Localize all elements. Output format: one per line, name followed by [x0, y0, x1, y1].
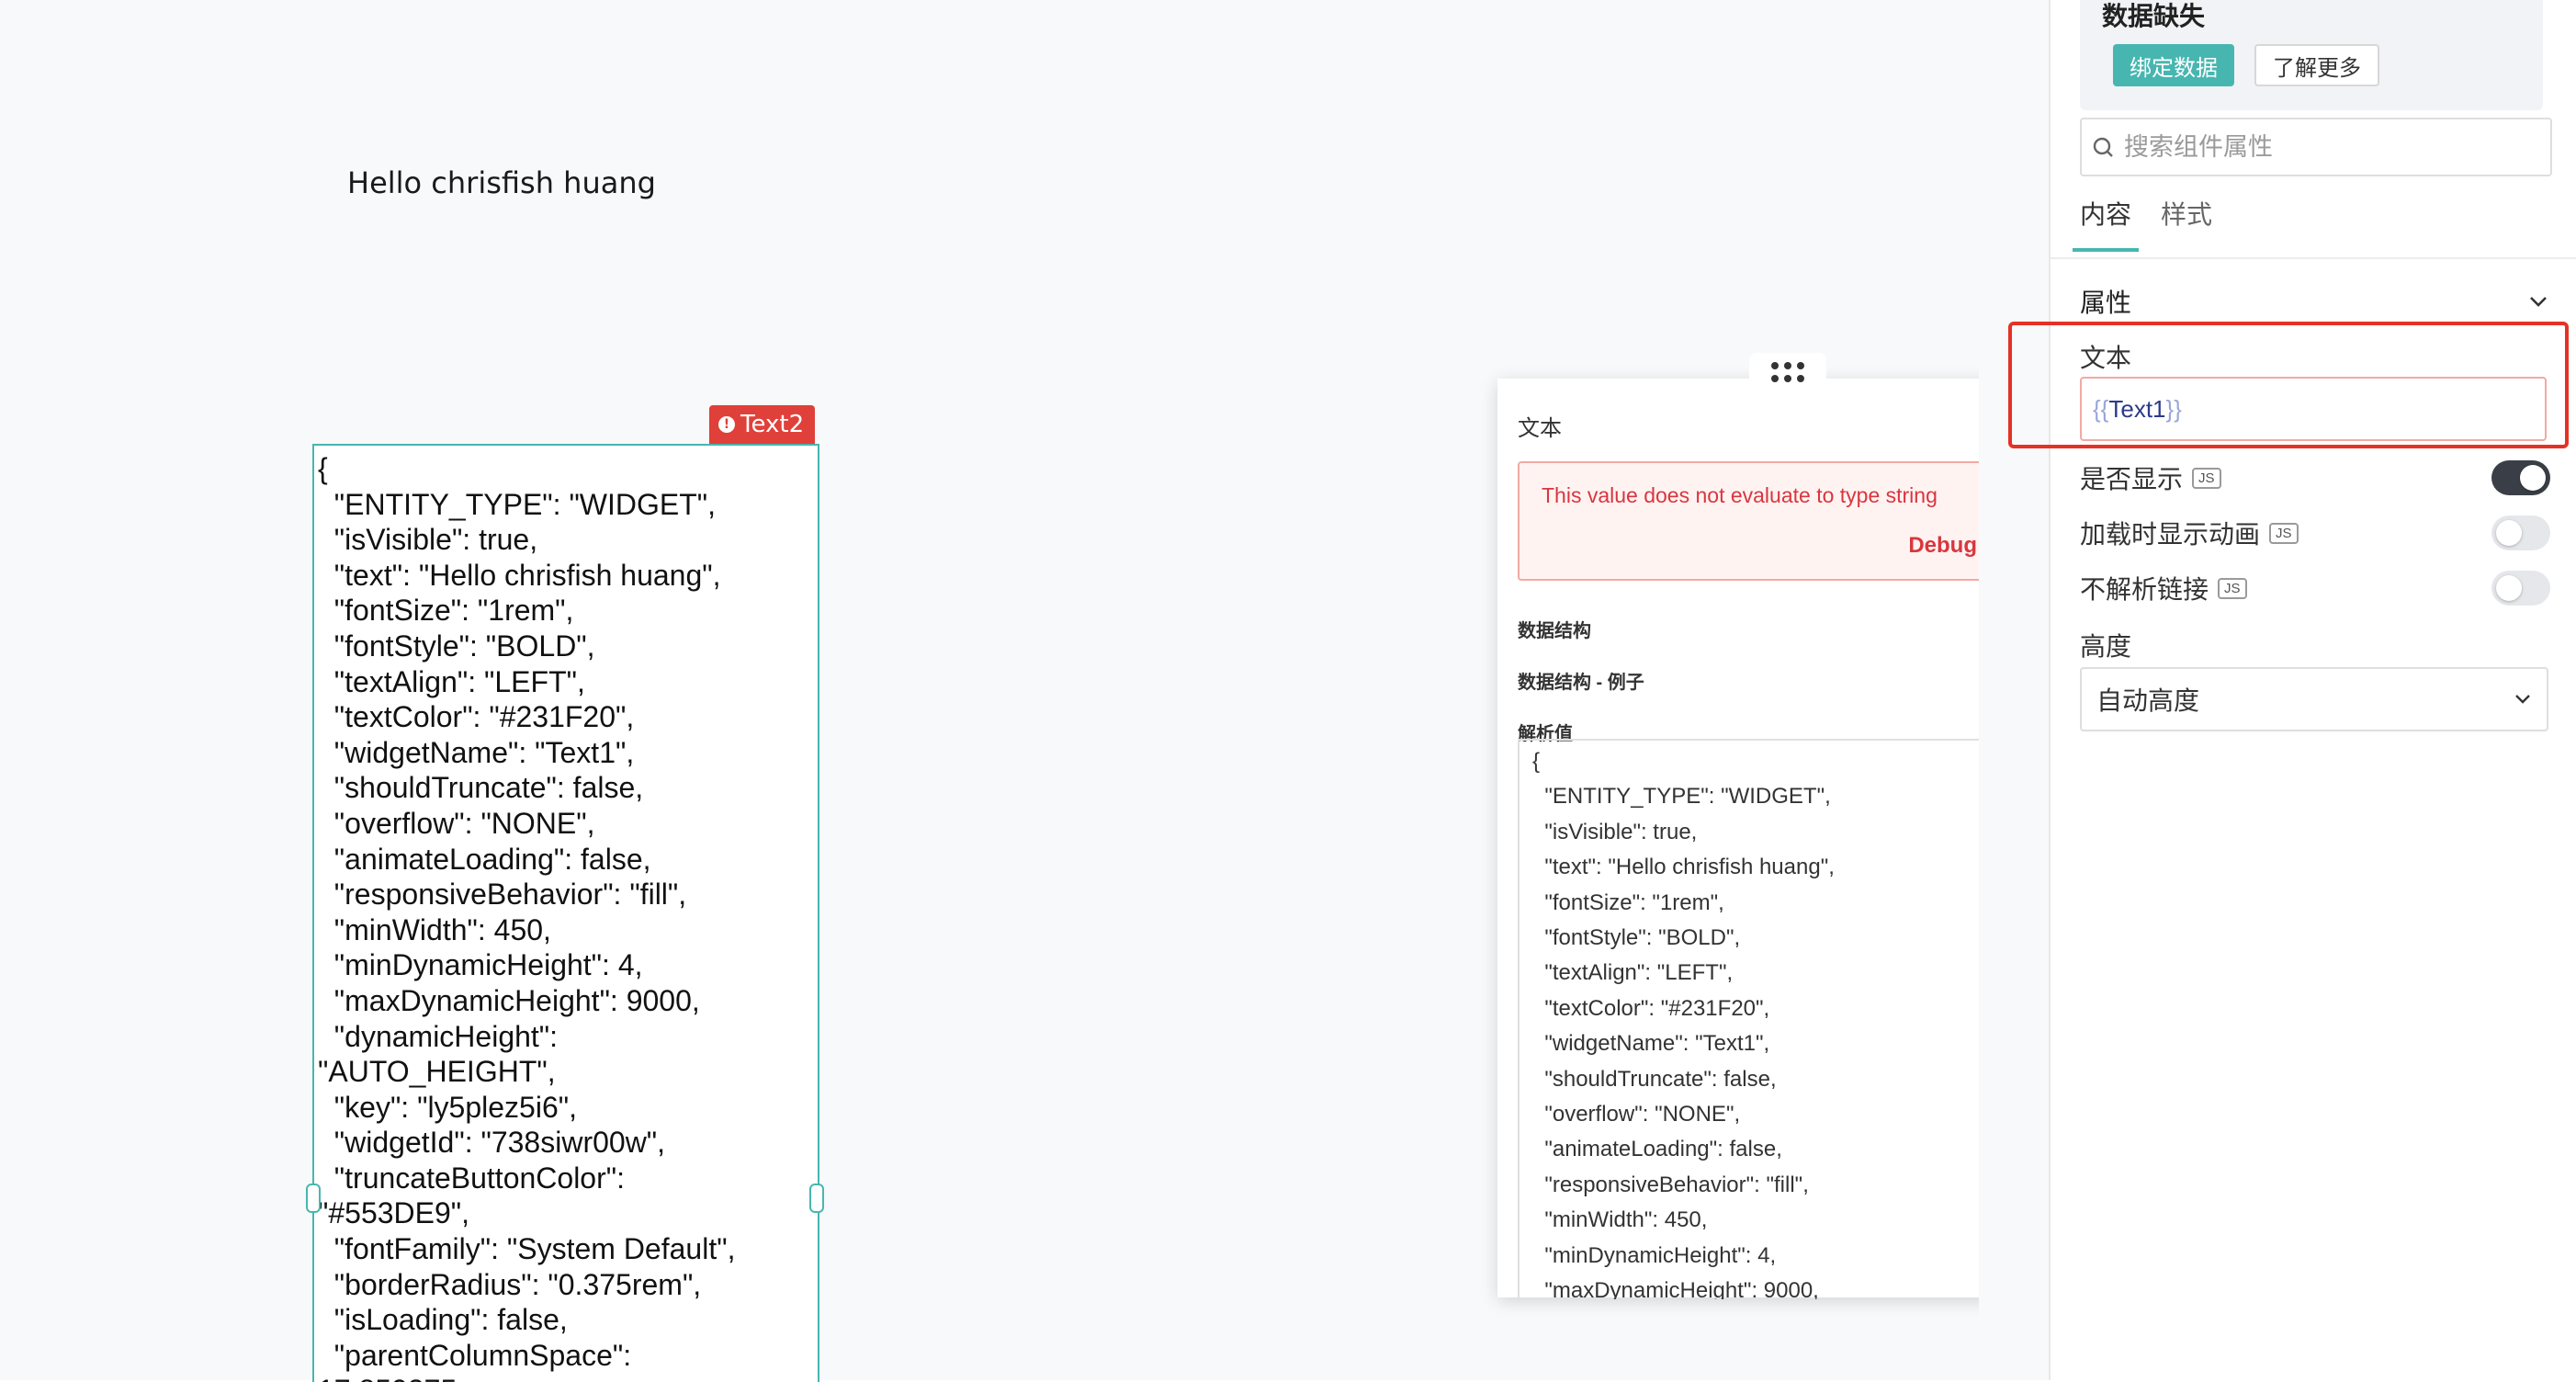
section-label: 数据结构 — [1518, 620, 1591, 641]
annotation-highlight-box — [2008, 322, 2569, 448]
error-message: This value does not evaluate to type str… — [1542, 483, 1938, 507]
text-widget-hello[interactable]: Hello chrisfish huang — [347, 165, 656, 200]
section-data-structure-example[interactable]: 数据结构 - 例子 — [1518, 662, 2025, 698]
js-toggle-badge[interactable]: JS — [2192, 467, 2221, 489]
toggle-label: 是否显示 — [2080, 465, 2184, 493]
tab-content[interactable]: 内容 — [2072, 195, 2140, 252]
learn-more-button[interactable]: 了解更多 — [2254, 44, 2379, 86]
evaluated-value-text: { "ENTITY_TYPE": "WIDGET", "isVisible": … — [1532, 749, 1835, 1299]
popup-drag-handle[interactable] — [1749, 353, 1826, 391]
tab-style[interactable]: 样式 — [2161, 195, 2212, 252]
evaluated-value-code[interactable]: { "ENTITY_TYPE": "WIDGET", "isVisible": … — [1518, 739, 2028, 1299]
widget-name-tag[interactable]: ! Text2 — [709, 405, 816, 444]
height-select[interactable]: 自动高度 — [2080, 667, 2548, 731]
toggle-label: 不解析链接 — [2080, 575, 2209, 604]
toggle-animate-loading-row: 加载时显示动画 JS — [2080, 513, 2550, 553]
widget-json-content: { "ENTITY_TYPE": "WIDGET", "isVisible": … — [318, 452, 736, 1382]
bind-data-button[interactable]: 绑定数据 — [2113, 44, 2234, 86]
tabs-divider — [2051, 257, 2576, 259]
evaluation-error-box: This value does not evaluate to type str… — [1518, 461, 2028, 581]
drag-dots-icon — [1771, 362, 1804, 382]
resize-handle-right[interactable] — [809, 1184, 824, 1213]
panel-gutter — [1979, 0, 2051, 1380]
editor-canvas[interactable]: Hello chrisfish huang ! Text2 { "ENTITY_… — [0, 0, 2049, 1382]
popup-title: 文本 — [1518, 416, 1562, 441]
property-pane: 数据缺失 绑定数据 了解更多 内容 样式 属性 文本 {{Text1}} 是否显… — [2051, 0, 2576, 1380]
chevron-down-icon — [2515, 695, 2530, 704]
widget-name-label: Text2 — [740, 411, 805, 438]
missing-data-card: 数据缺失 绑定数据 了解更多 — [2080, 0, 2543, 110]
js-toggle-badge[interactable]: JS — [2269, 522, 2299, 544]
height-label: 高度 — [2080, 632, 2132, 661]
text-widget-selected[interactable]: { "ENTITY_TYPE": "WIDGET", "isVisible": … — [312, 444, 819, 1382]
search-icon — [2093, 137, 2113, 157]
height-value: 自动高度 — [2096, 686, 2200, 715]
evaluated-value-popup: 文本 This value does not evaluate to type … — [1497, 353, 2049, 1299]
toggle-disable-link-row: 不解析链接 JS — [2080, 568, 2550, 608]
search-input[interactable] — [2122, 123, 2550, 171]
debug-label: Debug — [1908, 533, 1977, 558]
visible-switch[interactable] — [2491, 460, 2550, 495]
property-search[interactable] — [2080, 118, 2552, 176]
section-data-structure[interactable]: 数据结构 — [1518, 610, 2025, 647]
animate-loading-switch[interactable] — [2491, 515, 2550, 550]
missing-data-title: 数据缺失 — [2102, 2, 2206, 30]
resize-handle-left[interactable] — [306, 1184, 321, 1213]
section-title: 属性 — [2080, 289, 2132, 317]
toggle-label: 加载时显示动画 — [2080, 520, 2261, 549]
chevron-down-icon — [2530, 297, 2547, 307]
error-icon: ! — [718, 416, 735, 433]
properties-section-header[interactable]: 属性 — [2080, 283, 2548, 320]
disable-link-switch[interactable] — [2491, 571, 2550, 606]
property-tabs: 内容 样式 — [2072, 195, 2212, 252]
js-toggle-badge[interactable]: JS — [2218, 577, 2247, 599]
toggle-visible-row: 是否显示 JS — [2080, 458, 2550, 498]
section-label: 数据结构 - 例子 — [1518, 672, 1644, 693]
